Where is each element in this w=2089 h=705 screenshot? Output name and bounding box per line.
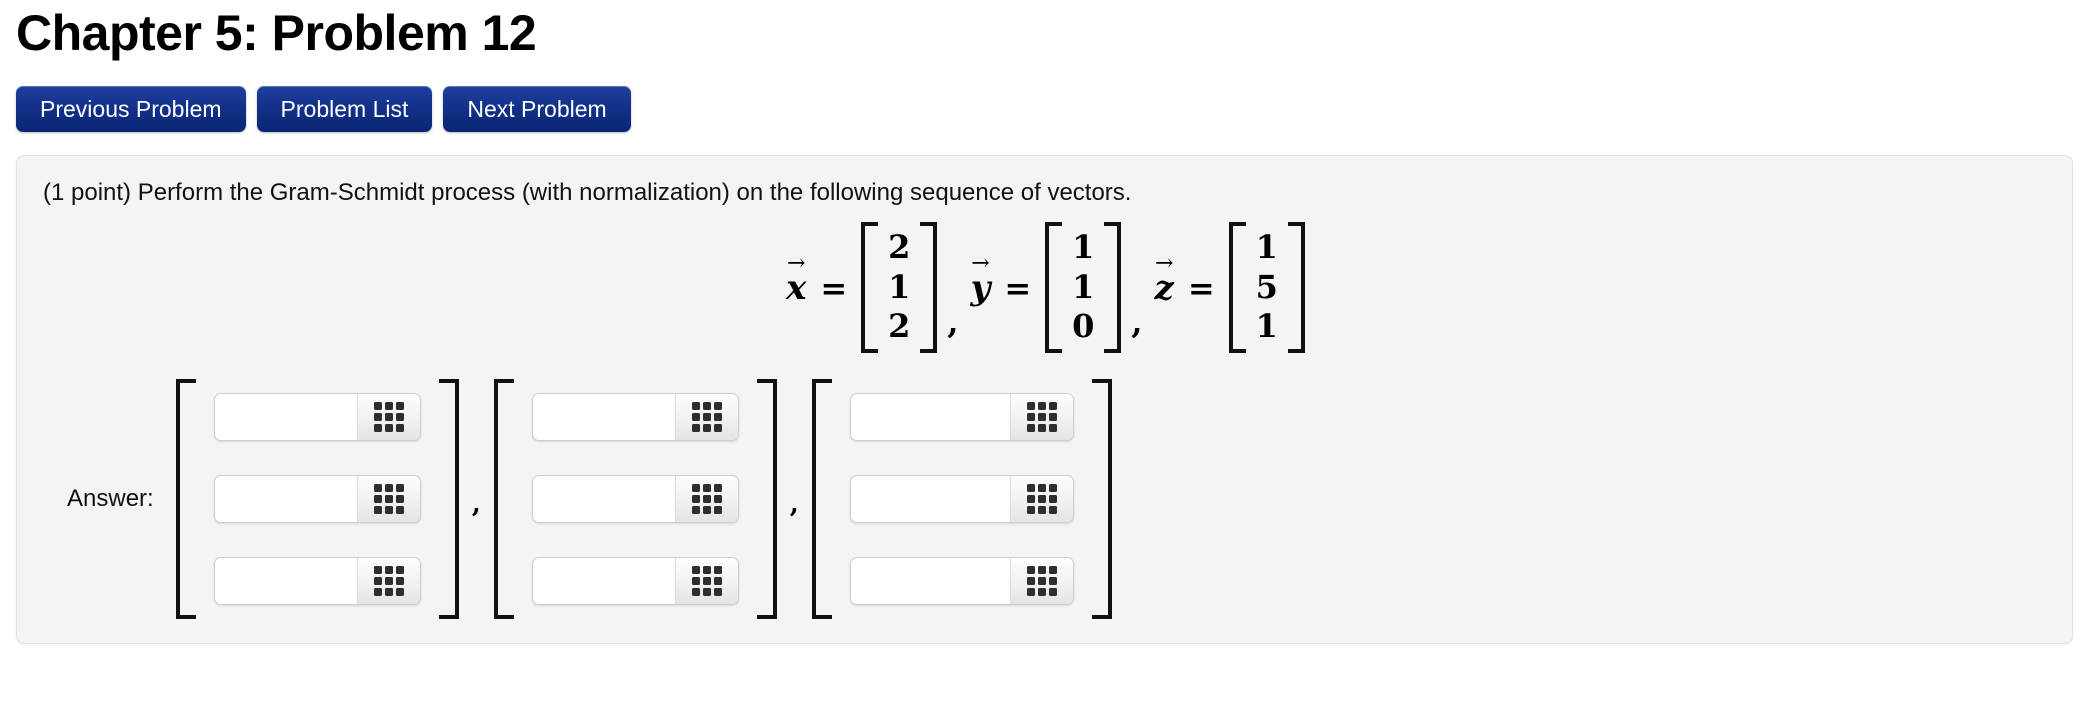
vector-y: → y = 1 1 0 xyxy=(969,222,1122,354)
vector-z-entry-2: 5 xyxy=(1255,267,1278,306)
navigation-button-row: Previous Problem Problem List Next Probl… xyxy=(16,86,2073,132)
vector-separator-2: , xyxy=(1131,303,1143,342)
bracket-right-icon xyxy=(438,379,459,620)
bracket-right-icon xyxy=(756,379,777,620)
problem-list-button[interactable]: Problem List xyxy=(256,86,433,132)
math-keypad-icon[interactable] xyxy=(356,558,420,605)
bracket-right-icon xyxy=(920,222,938,354)
problem-statement: (1 point) Perform the Gram-Schmidt proce… xyxy=(43,179,1132,206)
math-keypad-icon[interactable] xyxy=(674,476,738,523)
math-keypad-icon[interactable] xyxy=(674,394,738,441)
answer-separator-1: , xyxy=(471,489,481,520)
answer-input-1-1[interactable] xyxy=(214,394,357,441)
next-problem-button[interactable]: Next Problem xyxy=(443,86,631,132)
vector-z-entry-3: 1 xyxy=(1255,307,1278,346)
vector-arrow-icon: → xyxy=(971,250,990,276)
vector-x-entry-3: 2 xyxy=(888,307,911,346)
vector-arrow-icon: → xyxy=(1154,250,1174,276)
bracket-right-icon xyxy=(1287,222,1305,354)
answer-field-2-1-wrapper[interactable] xyxy=(531,393,739,442)
answer-field-1-2-wrapper[interactable] xyxy=(213,475,421,524)
answer-input-1-3[interactable] xyxy=(214,558,357,605)
vector-y-entry-1: 1 xyxy=(1072,228,1095,266)
answer-vector-3-fields xyxy=(832,379,1092,619)
answer-input-1-2[interactable] xyxy=(214,476,357,523)
vector-z-matrix: 1 5 1 xyxy=(1228,222,1305,354)
problem-panel: (1 point) Perform the Gram-Schmidt proce… xyxy=(16,155,2073,645)
answer-row: Answer: , , xyxy=(43,379,2046,620)
answer-vector-1-fields xyxy=(196,379,439,619)
vector-x-entry-1: 2 xyxy=(888,228,911,266)
problem-page: Chapter 5: Problem 12 Previous Problem P… xyxy=(0,0,2089,705)
previous-problem-button[interactable]: Previous Problem xyxy=(16,86,246,132)
vector-y-entry-3: 0 xyxy=(1072,307,1095,346)
equals-sign-x: = xyxy=(820,268,848,307)
vector-z: → z = 1 5 1 xyxy=(1153,222,1305,354)
vector-definitions: → x = 2 1 2 , → y = 1 1 0 , → z = 1 5 1 xyxy=(43,222,2046,354)
bracket-left-icon xyxy=(493,379,514,620)
answer-vector-2 xyxy=(493,379,777,620)
vector-x-matrix: 2 1 2 xyxy=(861,222,938,354)
answer-input-3-1[interactable] xyxy=(850,394,1010,441)
math-keypad-icon[interactable] xyxy=(674,558,738,605)
bracket-right-icon xyxy=(1104,222,1122,354)
vector-x-label: → x xyxy=(786,250,807,308)
vector-separator-1: , xyxy=(947,303,959,342)
answer-field-1-1-wrapper[interactable] xyxy=(213,393,421,442)
vector-y-label: → y xyxy=(970,250,991,308)
math-keypad-icon[interactable] xyxy=(1009,476,1073,523)
answer-input-2-3[interactable] xyxy=(532,558,675,605)
answer-field-3-2-wrapper[interactable] xyxy=(849,475,1074,524)
answer-field-1-3-wrapper[interactable] xyxy=(213,557,421,606)
answer-field-2-2-wrapper[interactable] xyxy=(531,475,739,524)
vector-x-entry-2: 1 xyxy=(888,267,911,306)
answer-field-3-3-wrapper[interactable] xyxy=(849,557,1074,606)
bracket-right-icon xyxy=(1091,379,1112,620)
answer-vector-2-fields xyxy=(514,379,757,619)
vector-z-label: → z xyxy=(1154,250,1174,308)
bracket-left-icon xyxy=(1228,222,1246,354)
bracket-left-icon xyxy=(811,379,832,620)
answer-input-2-1[interactable] xyxy=(532,394,675,441)
math-keypad-icon[interactable] xyxy=(356,476,420,523)
vector-y-entry-2: 1 xyxy=(1072,267,1095,306)
math-keypad-icon[interactable] xyxy=(1009,558,1073,605)
vector-arrow-icon: → xyxy=(786,250,806,276)
equals-sign-z: = xyxy=(1187,268,1215,307)
answer-vector-1 xyxy=(175,379,459,620)
vector-x-entries: 2 1 2 xyxy=(878,222,920,353)
vector-x: → x = 2 1 2 xyxy=(784,222,938,354)
vector-z-entry-1: 1 xyxy=(1255,228,1278,266)
answer-separator-2: , xyxy=(789,489,799,520)
answer-input-3-3[interactable] xyxy=(850,558,1010,605)
answer-vector-3 xyxy=(811,379,1112,620)
vector-y-entries: 1 1 0 xyxy=(1062,222,1104,353)
math-keypad-icon[interactable] xyxy=(1009,394,1073,441)
answer-input-2-2[interactable] xyxy=(532,476,675,523)
vector-y-matrix: 1 1 0 xyxy=(1045,222,1122,354)
answer-field-3-1-wrapper[interactable] xyxy=(849,393,1074,442)
bracket-left-icon xyxy=(861,222,879,354)
bracket-left-icon xyxy=(1045,222,1063,354)
bracket-left-icon xyxy=(175,379,196,620)
answer-field-2-3-wrapper[interactable] xyxy=(531,557,739,606)
answer-input-3-2[interactable] xyxy=(850,476,1010,523)
math-keypad-icon[interactable] xyxy=(356,394,420,441)
equals-sign-y: = xyxy=(1004,268,1032,307)
page-title: Chapter 5: Problem 12 xyxy=(16,5,537,61)
vector-z-entries: 1 5 1 xyxy=(1246,222,1288,353)
answer-label: Answer: xyxy=(67,485,154,513)
